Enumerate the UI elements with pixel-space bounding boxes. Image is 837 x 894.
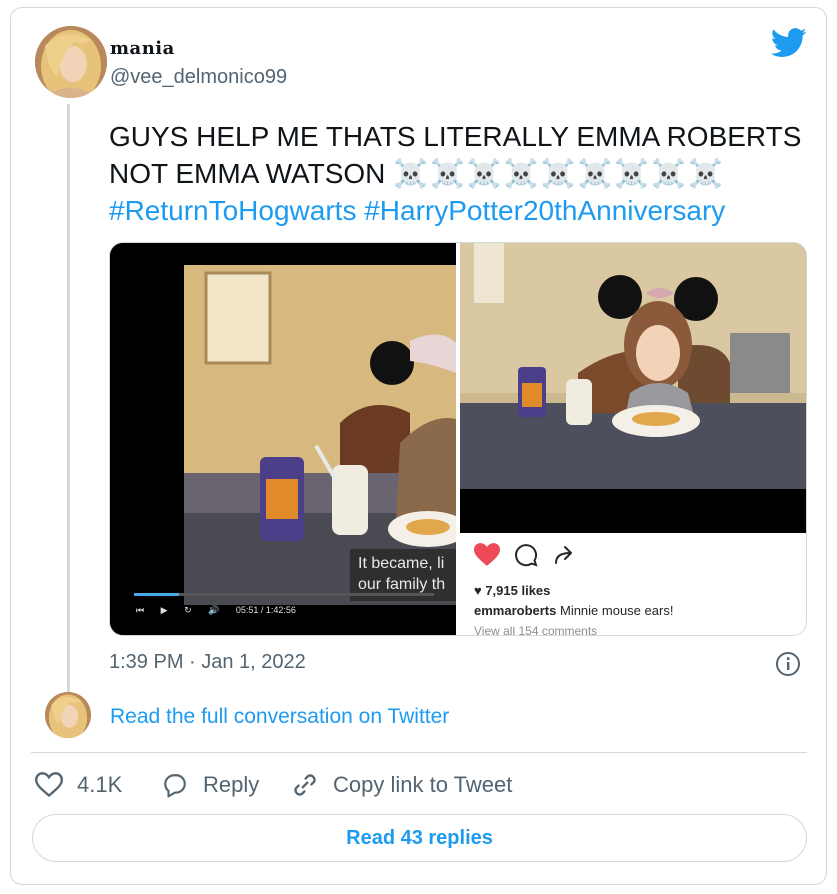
copy-link-button[interactable]: Copy link to Tweet (291, 770, 512, 800)
media-instagram-post[interactable]: ♥ 7,915 likes emmaroberts Minnie mouse e… (460, 243, 806, 635)
skull-emoji-row: ☠️☠️☠️☠️☠️☠️☠️☠️☠️ (393, 158, 725, 189)
like-button[interactable]: 4.1K (35, 770, 122, 800)
previous-icon[interactable]: ⏮ (136, 605, 144, 615)
heart-icon (35, 772, 63, 798)
twitter-bird-icon[interactable] (771, 28, 807, 58)
instagram-username[interactable]: emmaroberts (474, 603, 556, 618)
volume-icon[interactable]: 🔊 (208, 605, 219, 615)
tweet-text: GUYS HELP ME THATS LITERALLY EMMA ROBERT… (109, 118, 809, 229)
instagram-caption-text: Minnie mouse ears! (556, 603, 674, 618)
instagram-view-comments[interactable]: View all 154 comments (474, 624, 597, 635)
video-player-controls: ⏮ ▶ ↻ 🔊 05:51 / 1:42:56 (136, 605, 310, 616)
read-replies-button[interactable]: Read 43 replies (32, 814, 807, 862)
divider (31, 752, 807, 753)
info-icon[interactable] (775, 651, 801, 677)
like-count: 4.1K (77, 772, 123, 797)
tweet-embed-card: mania @vee_delmonico99 GUYS HELP ME THAT… (10, 7, 827, 885)
reply-label: Reply (203, 772, 260, 797)
video-progress-bar[interactable] (134, 593, 434, 596)
instagram-share-icon[interactable] (552, 543, 576, 567)
tweet-timestamp[interactable]: 1:39 PM · Jan 1, 2022 (109, 651, 306, 674)
author-avatar[interactable] (35, 26, 107, 98)
media-video-still[interactable]: It became, li our family th ⏮ ▶ ↻ 🔊 05:5… (110, 243, 456, 635)
reply-button[interactable]: Reply (161, 770, 259, 800)
copy-link-label: Copy link to Tweet (333, 772, 513, 797)
link-icon (294, 774, 316, 796)
video-subtitle-line-2: our family th (358, 576, 446, 593)
tweet-text-line-1: GUYS HELP ME THATS LITERALLY EMMA ROBERT… (109, 121, 802, 152)
author-display-name[interactable]: mania (110, 38, 175, 59)
tweet-text-line-2: NOT EMMA WATSON ☠️☠️☠️☠️☠️☠️☠️☠️☠️ (109, 155, 809, 192)
instagram-heart-icon[interactable] (474, 543, 500, 567)
video-progress-fill (134, 593, 179, 596)
instagram-caption: emmaroberts Minnie mouse ears! (474, 603, 673, 618)
tweet-media[interactable]: It became, li our family th ⏮ ▶ ↻ 🔊 05:5… (109, 242, 807, 636)
play-icon[interactable]: ▶ (161, 605, 168, 615)
instagram-comment-icon[interactable] (514, 543, 538, 567)
author-handle[interactable]: @vee_delmonico99 (110, 66, 287, 89)
instagram-likes: ♥ 7,915 likes (474, 583, 551, 598)
video-time: 05:51 / 1:42:56 (235, 605, 296, 615)
replay-icon[interactable]: ↻ (184, 605, 192, 615)
conversation-avatar[interactable] (45, 692, 91, 738)
read-conversation-link[interactable]: Read the full conversation on Twitter (110, 705, 449, 729)
tweet-actions: 4.1K Reply Copy link to Tweet (35, 770, 735, 800)
thread-line (67, 104, 70, 692)
reply-icon (164, 774, 186, 798)
tweet-hashtags[interactable]: #ReturnToHogwarts #HarryPotter20thAnnive… (109, 192, 809, 229)
tweet-text-line-2-words: NOT EMMA WATSON (109, 158, 394, 189)
video-subtitle-line-1: It became, li (358, 555, 445, 572)
